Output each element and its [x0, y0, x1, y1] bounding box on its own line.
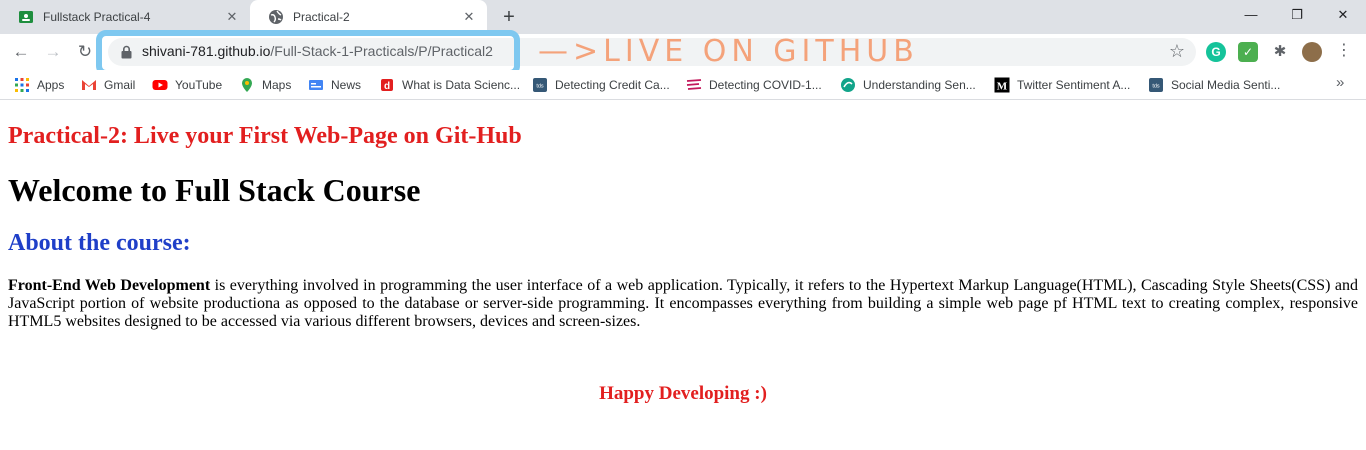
- bookmark-star-icon[interactable]: ☆: [1166, 40, 1188, 62]
- tds-icon: tds: [533, 78, 547, 92]
- svg-text:d: d: [384, 81, 390, 92]
- puzzle-extensions-icon[interactable]: ✱: [1270, 42, 1290, 62]
- profile-avatar[interactable]: [1302, 42, 1322, 62]
- bookmark-sentiment[interactable]: Understanding Sen...: [840, 76, 976, 94]
- welcome-heading: Welcome to Full Stack Course: [8, 172, 421, 208]
- tab-practical-2[interactable]: Practical-2 ✕: [250, 0, 487, 34]
- tab-title: Fullstack Practical-4: [43, 10, 151, 24]
- medium-icon: M: [994, 77, 1010, 93]
- extension-icon[interactable]: ✓: [1238, 42, 1258, 62]
- minimize-button[interactable]: —: [1228, 0, 1274, 30]
- bookmark-data-science[interactable]: d What is Data Scienc...: [379, 76, 520, 94]
- more-bookmarks-chevron-icon[interactable]: »: [1336, 74, 1344, 91]
- bookmark-credit-card[interactable]: tds Detecting Credit Ca...: [532, 76, 670, 94]
- bookmark-gmail[interactable]: Gmail: [81, 76, 135, 94]
- description-text: is everything involved in programming th…: [8, 277, 1358, 330]
- bookmark-maps[interactable]: Maps: [239, 76, 291, 94]
- maps-icon: [242, 78, 252, 92]
- about-heading: About the course:: [8, 230, 191, 256]
- restore-button[interactable]: ❐: [1274, 0, 1320, 30]
- description-bold-term: Front-End Web Development: [8, 277, 211, 294]
- bookmark-apps[interactable]: Apps: [14, 76, 64, 94]
- new-tab-button[interactable]: +: [498, 6, 520, 28]
- svg-text:M: M: [997, 81, 1008, 93]
- bookmark-label: Understanding Sen...: [863, 78, 976, 92]
- apps-grid-icon: [15, 78, 29, 92]
- gmail-icon: [82, 80, 96, 90]
- close-window-button[interactable]: ✕: [1320, 0, 1366, 30]
- classroom-icon: [19, 11, 33, 23]
- page-content: Practical-2: Live your First Web-Page on…: [0, 101, 1366, 450]
- close-tab-icon[interactable]: ✕: [461, 9, 477, 25]
- close-tab-icon[interactable]: ✕: [224, 9, 240, 25]
- news-icon: [309, 80, 323, 90]
- bookmark-label: Social Media Senti...: [1171, 78, 1281, 92]
- bookmark-label: What is Data Scienc...: [402, 78, 521, 92]
- bookmark-label: Apps: [37, 78, 65, 92]
- forward-arrow-icon[interactable]: →: [41, 40, 65, 64]
- practical-heading: Practical-2: Live your First Web-Page on…: [8, 123, 522, 149]
- svg-text:tds: tds: [1152, 84, 1160, 90]
- bookmark-label: YouTube: [175, 78, 223, 92]
- bookmark-label: News: [331, 78, 362, 92]
- bookmark-label: Detecting COVID-1...: [709, 78, 822, 92]
- d-icon: d: [381, 79, 393, 92]
- grammarly-icon[interactable]: G: [1206, 42, 1226, 62]
- bookmark-twitter-sentiment[interactable]: M Twitter Sentiment A...: [994, 76, 1130, 94]
- bookmark-covid[interactable]: Detecting COVID-1...: [686, 76, 822, 94]
- bookmark-label: Maps: [262, 78, 292, 92]
- course-description: Front-End Web Development is everything …: [8, 277, 1358, 331]
- bookmark-social-media[interactable]: tds Social Media Senti...: [1148, 76, 1280, 94]
- bookmark-news[interactable]: News: [308, 76, 361, 94]
- bookmark-youtube[interactable]: YouTube: [152, 76, 222, 94]
- covid-icon: [686, 79, 702, 90]
- more-menu-icon[interactable]: ⋮: [1334, 40, 1354, 62]
- tab-title: Practical-2: [293, 10, 350, 24]
- bookmark-label: Detecting Credit Ca...: [555, 78, 670, 92]
- live-on-github-annotation: —>LIVE ON GITHUB: [538, 34, 919, 69]
- tds-icon: tds: [1149, 78, 1163, 92]
- happy-developing-text: Happy Developing :): [599, 383, 767, 404]
- globe-icon: [269, 10, 283, 24]
- back-arrow-icon[interactable]: ←: [9, 40, 33, 64]
- youtube-icon: [152, 80, 168, 90]
- tab-fullstack-practical-4[interactable]: Fullstack Practical-4 ✕: [0, 0, 250, 34]
- bookmark-label: Gmail: [104, 78, 136, 92]
- sentiment-icon: [841, 78, 855, 92]
- svg-text:tds: tds: [536, 84, 544, 90]
- bookmark-label: Twitter Sentiment A...: [1017, 78, 1131, 92]
- reload-icon[interactable]: ↻: [73, 40, 97, 64]
